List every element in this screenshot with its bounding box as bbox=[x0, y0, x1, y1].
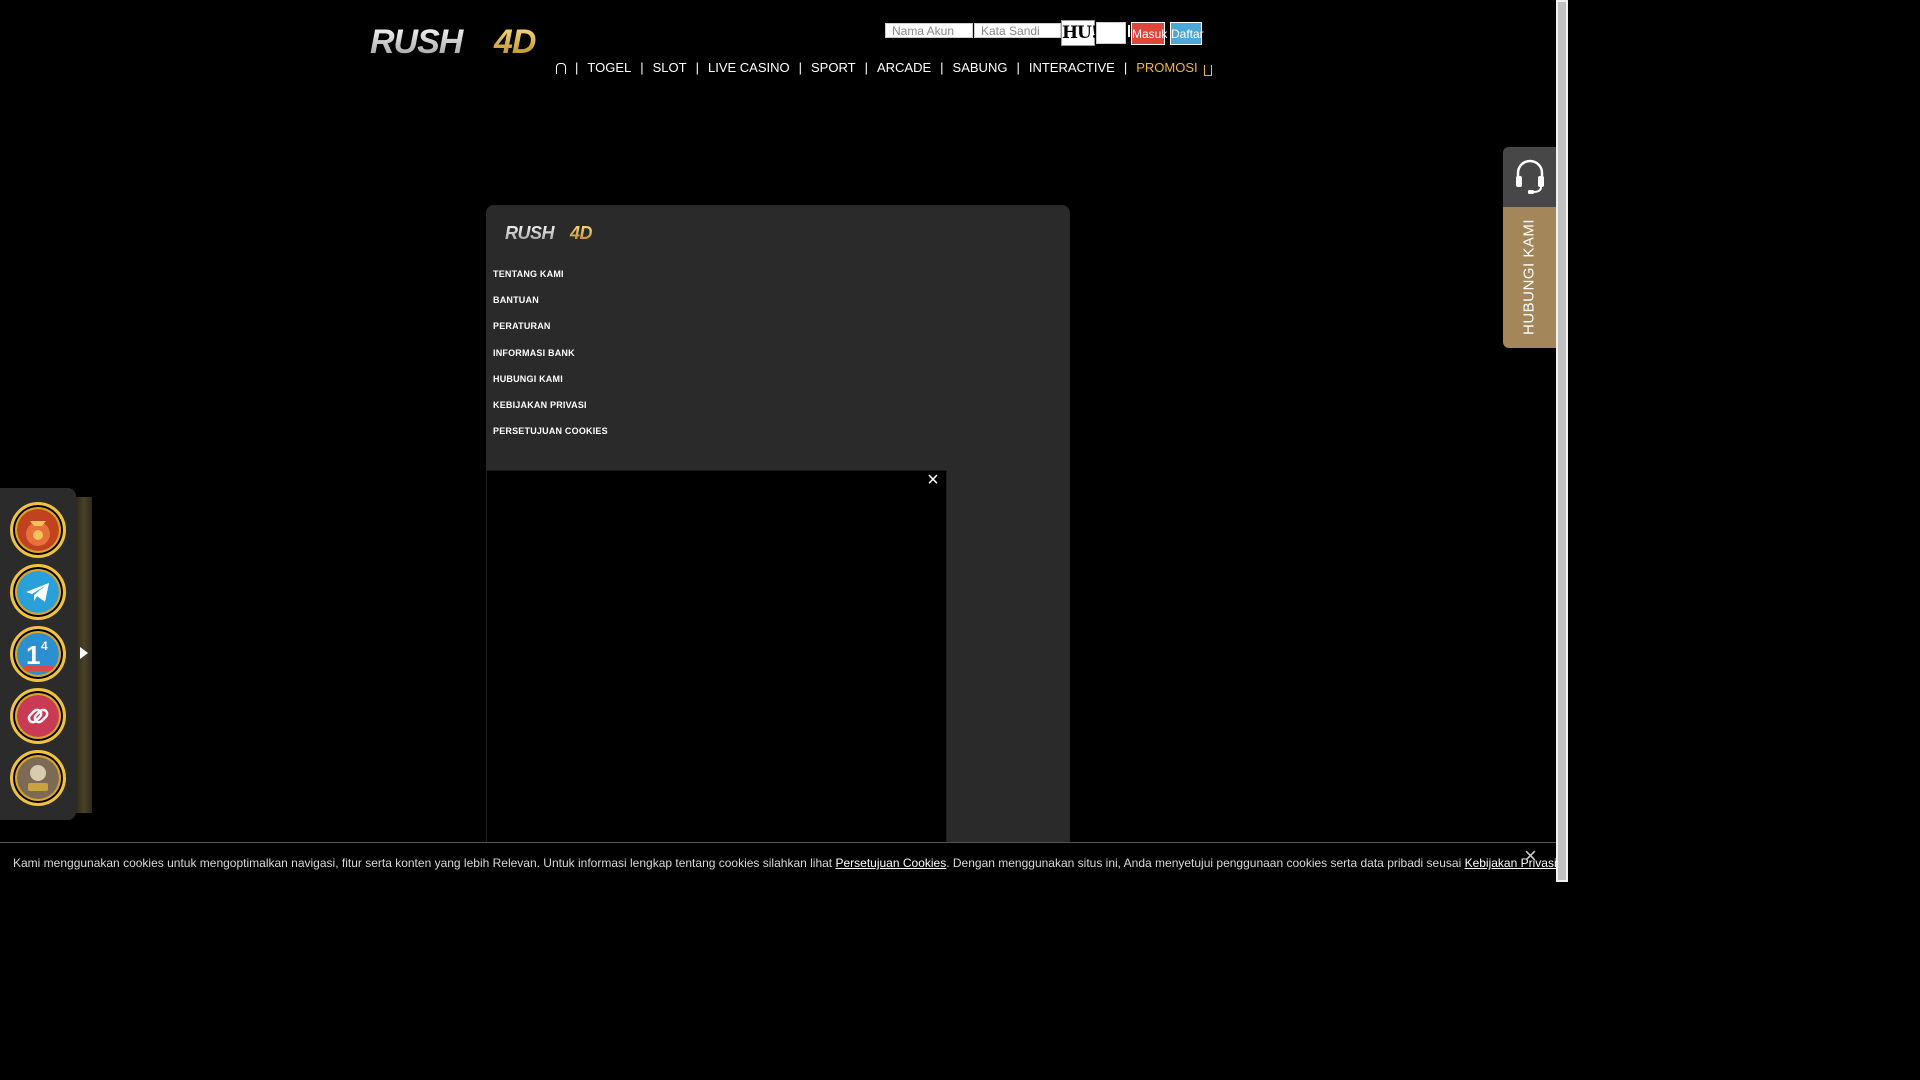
telegram-icon[interactable] bbox=[10, 564, 66, 620]
footer-link-peraturan[interactable]: PERATURAN bbox=[493, 319, 608, 345]
nav-item-arcade[interactable]: ARCADE bbox=[877, 60, 931, 75]
home-icon[interactable] bbox=[556, 62, 566, 74]
nav-item-interactive[interactable]: INTERACTIVE bbox=[1029, 60, 1115, 75]
nav-item-togel[interactable]: TOGEL bbox=[587, 60, 631, 75]
footer-link-informasi-bank[interactable]: INFORMASI BANK bbox=[493, 346, 608, 372]
promo-icon[interactable] bbox=[1203, 64, 1212, 76]
video-close-icon[interactable]: × bbox=[924, 470, 942, 490]
nav-item-sabung[interactable]: SABUNG bbox=[953, 60, 1008, 75]
link-icon[interactable] bbox=[10, 688, 66, 744]
svg-text:RUSH: RUSH bbox=[370, 23, 465, 58]
nav-item-sport[interactable]: SPORT bbox=[811, 60, 856, 75]
svg-text:4D: 4D bbox=[493, 23, 536, 58]
login-button[interactable]: Masuk bbox=[1131, 22, 1167, 45]
nav-item-slot[interactable]: SLOT bbox=[653, 60, 687, 75]
footer-link-persetujuan-cookies[interactable]: PERSETUJUAN COOKIES bbox=[493, 424, 608, 450]
scrollbar-thumb[interactable] bbox=[1558, 2, 1566, 880]
captcha-divider bbox=[1128, 25, 1130, 37]
contact-tab[interactable]: HUBUNGI KAMI bbox=[1503, 147, 1556, 348]
svg-text:4D: 4D bbox=[569, 223, 593, 243]
nav-item-live-casino[interactable]: LIVE CASINO bbox=[708, 60, 790, 75]
nav-item-promosi[interactable]: PROMOSI bbox=[1136, 60, 1197, 75]
nav-separator: | bbox=[575, 59, 579, 75]
headset-icon[interactable] bbox=[1503, 147, 1556, 207]
video-popup[interactable]: × bbox=[486, 470, 947, 882]
privacy-policy-link[interactable]: Kebijakan Privasi bbox=[1465, 856, 1557, 870]
password-input[interactable] bbox=[974, 23, 1061, 38]
nav-separator: | bbox=[1016, 59, 1020, 75]
nav-separator: | bbox=[1123, 59, 1128, 75]
cookie-text-part: . Dengan menggunakan situs ini, Anda men… bbox=[946, 856, 1465, 870]
cookie-text-part: . bbox=[1556, 856, 1560, 870]
contact-tab-label[interactable]: HUBUNGI KAMI bbox=[1503, 207, 1556, 348]
floating-sidebar-toggle[interactable] bbox=[76, 497, 92, 813]
nav-separator: | bbox=[640, 59, 644, 75]
footer-links: TENTANG KAMI BANTUAN PERATURAN INFORMASI… bbox=[493, 267, 608, 450]
arrow-right-icon[interactable] bbox=[80, 647, 88, 659]
anniversary-icon[interactable]: 14 bbox=[10, 626, 66, 682]
cookie-consent-bar: Kami menggunakan cookies untuk mengoptim… bbox=[0, 842, 1560, 883]
nav-separator: | bbox=[695, 59, 699, 75]
nav-separator: | bbox=[864, 59, 868, 75]
captcha-image: HU! bbox=[1061, 20, 1098, 46]
site-logo[interactable]: RUSH 4D bbox=[368, 22, 560, 58]
main-nav: | TOGEL | SLOT | LIVE CASINO | SPORT | A… bbox=[556, 57, 1212, 77]
footer-link-tentang-kami[interactable]: TENTANG KAMI bbox=[493, 267, 608, 293]
cookie-text-part: Kami menggunakan cookies untuk mengoptim… bbox=[13, 856, 836, 870]
page-scrollbar[interactable] bbox=[1556, 0, 1568, 882]
svg-text:4: 4 bbox=[41, 639, 48, 653]
footer-link-hubungi-kami[interactable]: HUBUNGI KAMI bbox=[493, 372, 608, 398]
svg-text:RUSH: RUSH bbox=[505, 223, 556, 243]
nav-separator: | bbox=[940, 59, 944, 75]
captcha-input[interactable] bbox=[1096, 22, 1126, 44]
svg-text:1: 1 bbox=[26, 640, 40, 670]
nav-separator: | bbox=[798, 59, 803, 75]
cookie-close-icon[interactable]: × bbox=[1524, 843, 1537, 869]
footer-link-kebijakan-privasi[interactable]: KEBIJAKAN PRIVASI bbox=[493, 398, 608, 424]
cookie-policy-link[interactable]: Persetujuan Cookies bbox=[835, 856, 946, 870]
jackpot-icon[interactable] bbox=[10, 750, 66, 806]
register-button[interactable]: Daftar bbox=[1170, 22, 1204, 45]
footer-logo: RUSH 4D bbox=[505, 223, 593, 243]
lucky-bag-icon[interactable] bbox=[10, 502, 66, 558]
cookie-text: Kami menggunakan cookies untuk mengoptim… bbox=[13, 856, 1560, 870]
username-input[interactable] bbox=[885, 23, 973, 38]
footer-link-bantuan[interactable]: BANTUAN bbox=[493, 293, 608, 319]
